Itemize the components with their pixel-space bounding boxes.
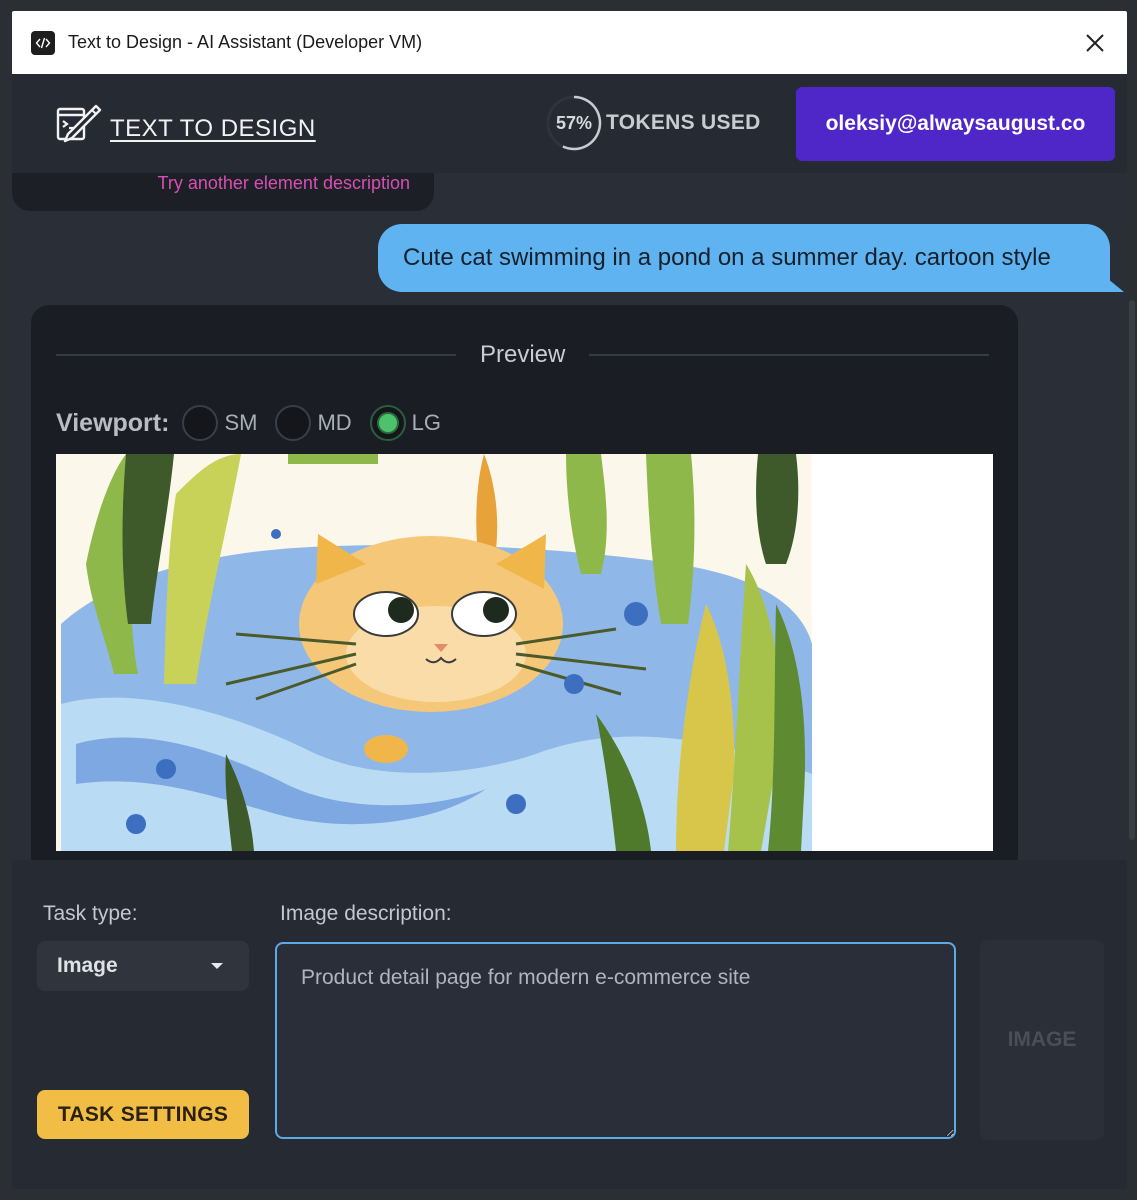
try-another-link[interactable]: Try another element description — [158, 173, 410, 194]
preview-header: Preview — [56, 341, 993, 369]
viewport-radio-md[interactable]: MD — [275, 405, 352, 441]
assistant-message-previous: Try another element description — [12, 173, 434, 211]
user-message-bubble: Cute cat swimming in a pond on a summer … — [378, 224, 1110, 292]
window-title: Text to Design - AI Assistant (Developer… — [68, 32, 423, 52]
viewport-radio-sm[interactable]: SM — [182, 405, 257, 441]
viewport-option-label: LG — [411, 410, 442, 435]
generated-image-frame — [56, 454, 993, 851]
task-type-label: Task type: — [43, 902, 138, 925]
radio-circle[interactable] — [369, 405, 406, 441]
task-settings-button[interactable]: TASK SETTINGS — [37, 1090, 249, 1139]
viewport-option-label: SM — [224, 410, 258, 435]
chevron-down-icon — [211, 963, 223, 969]
viewport-radio-lg[interactable]: LG — [369, 405, 442, 441]
generate-image-button[interactable]: IMAGE — [980, 940, 1104, 1140]
image-description-input[interactable] — [275, 942, 956, 1139]
task-type-value: Image — [57, 954, 118, 977]
tokens-percent: 57% — [555, 112, 593, 133]
pencil-terminal-icon — [56, 104, 102, 153]
user-message-tail — [1102, 274, 1124, 292]
divider — [56, 354, 456, 356]
image-description-label: Image description: — [280, 902, 452, 925]
code-icon — [31, 30, 55, 55]
divider — [589, 354, 990, 356]
task-type-select[interactable]: Image — [37, 941, 249, 991]
scrollbar[interactable] — [1129, 300, 1135, 840]
generated-cat-image — [56, 454, 993, 851]
task-form: Task type: Image TASK SETTINGS Image des… — [12, 860, 1127, 1189]
chat-area: Try another element description Cute cat… — [12, 173, 1127, 860]
tokens-label: TOKENS USED — [606, 111, 761, 134]
user-account-button[interactable]: oleksiy@alwaysaugust.co — [796, 87, 1115, 161]
title-bar: Text to Design - AI Assistant (Developer… — [12, 11, 1127, 74]
radio-circle[interactable] — [182, 405, 219, 441]
viewport-label: Viewport: — [56, 408, 170, 437]
app-header: TEXT TO DESIGN 57% TOKENS USED oleksiy@a… — [12, 74, 1127, 173]
viewport-selector: Viewport: SM MD LG — [56, 405, 459, 441]
app-window: Text to Design - AI Assistant (Developer… — [12, 11, 1127, 1189]
radio-circle[interactable] — [275, 405, 312, 441]
brand-title: TEXT TO DESIGN — [110, 114, 316, 142]
tokens-usage: 57% TOKENS USED — [544, 92, 761, 154]
tokens-progress-ring: 57% — [544, 92, 604, 154]
brand-link[interactable]: TEXT TO DESIGN — [56, 104, 316, 153]
preview-card: Preview Viewport: SM MD LG — [31, 305, 1018, 860]
close-icon[interactable] — [1081, 29, 1109, 57]
viewport-option-label: MD — [317, 410, 352, 435]
user-message-text: Cute cat swimming in a pond on a summer … — [403, 244, 1051, 271]
preview-title: Preview — [480, 341, 566, 368]
